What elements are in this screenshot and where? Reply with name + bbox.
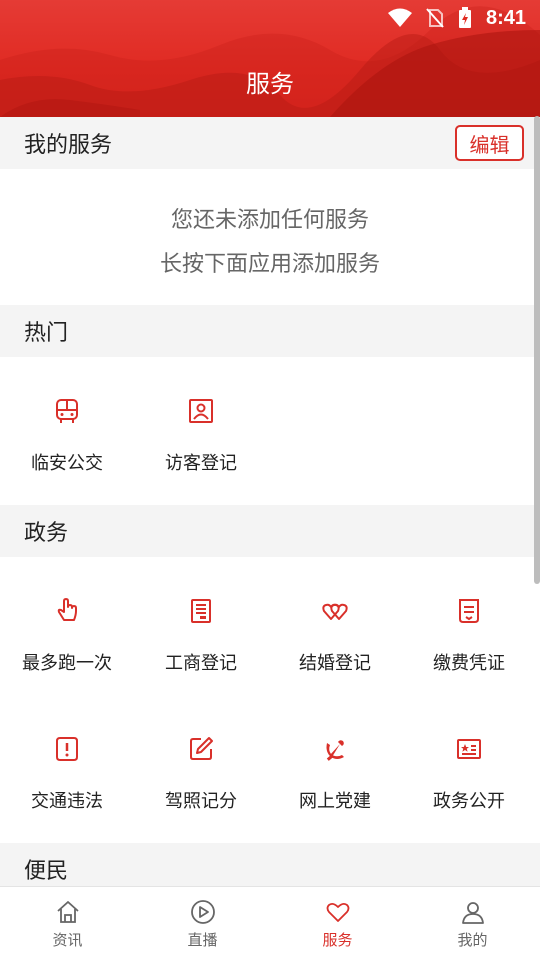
section-header-hot: 热门 (0, 305, 540, 357)
nav-label: 我的 (457, 931, 488, 949)
service-item-marriage-registration[interactable]: 结婚登记 (268, 597, 402, 675)
service-item-license-points[interactable]: 驾照记分 (134, 735, 268, 813)
service-label: 访客登记 (165, 453, 237, 474)
service-item-visitor[interactable]: 访客登记 (134, 397, 268, 475)
hearts-icon (322, 603, 348, 620)
page-title: 服务 (246, 70, 294, 98)
nav-label: 直播 (187, 931, 218, 949)
section-header-my-services: 我的服务 编辑 (0, 117, 540, 169)
service-item-party-building[interactable]: 网上党建 (268, 735, 402, 813)
bus-icon (56, 399, 78, 423)
service-label: 政务公开 (433, 791, 505, 812)
clock: 8:41 (485, 6, 526, 29)
edit-button[interactable]: 编辑 (455, 125, 524, 161)
section-title: 热门 (24, 321, 69, 346)
nav-label: 资讯 (52, 931, 83, 949)
nav-item-live[interactable]: 直播 (135, 887, 270, 960)
visitor-card-icon (189, 399, 213, 423)
service-item-bus[interactable]: 临安公交 (0, 397, 134, 475)
service-label: 网上党建 (299, 791, 371, 812)
service-label: 驾照记分 (165, 791, 237, 812)
receipt-icon (459, 599, 479, 623)
empty-message: 您还未添加任何服务 长按下面应用添加服务 (0, 169, 540, 287)
service-item-payment-receipt[interactable]: 缴费凭证 (402, 597, 536, 675)
hot-panel: 临安公交 访客登记 (0, 357, 540, 505)
nav-label: 服务 (322, 931, 353, 949)
gov-panel: 最多跑一次 工商登记 结婚登记 缴费凭证 交通违法 驾照记分 网上党建 政务公开 (0, 557, 540, 843)
my-services-panel: 您还未添加任何服务 长按下面应用添加服务 (0, 169, 540, 305)
service-item-traffic-violation[interactable]: 交通违法 (0, 735, 134, 813)
nav-item-mine[interactable]: 我的 (405, 887, 540, 960)
warning-doc-icon (56, 737, 78, 761)
document-icon (191, 599, 211, 623)
status-bar: 8:41 (387, 0, 540, 36)
service-label: 缴费凭证 (433, 653, 505, 674)
wifi-icon (387, 8, 412, 27)
no-sim-icon (426, 8, 444, 28)
party-emblem-icon (326, 740, 344, 761)
nav-item-news[interactable]: 资讯 (0, 887, 135, 960)
battery-charging-icon (458, 7, 471, 28)
service-label: 临安公交 (31, 453, 103, 474)
home-icon (56, 901, 79, 923)
section-header-gov: 政务 (0, 505, 540, 557)
service-item-business-registration[interactable]: 工商登记 (134, 597, 268, 675)
section-title: 便民 (24, 859, 69, 884)
header: 8:41 服务 (0, 0, 540, 117)
user-icon (461, 902, 484, 924)
tap-hand-icon (57, 598, 77, 621)
edit-icon (190, 737, 213, 760)
service-label: 最多跑一次 (22, 653, 112, 674)
empty-message-line1: 您还未添加任何服务 (170, 208, 369, 233)
service-label: 交通违法 (31, 791, 103, 812)
service-label: 工商登记 (165, 653, 237, 674)
scrollbar[interactable] (534, 116, 540, 584)
service-label: 结婚登记 (299, 653, 371, 674)
heart-icon (326, 902, 349, 922)
service-item-most-once[interactable]: 最多跑一次 (0, 597, 134, 675)
empty-message-line2: 长按下面应用添加服务 (159, 252, 380, 277)
section-title: 我的服务 (24, 133, 113, 158)
section-title: 政务 (24, 521, 69, 546)
nav-item-services[interactable]: 服务 (270, 887, 405, 960)
play-icon (190, 900, 215, 924)
star-board-icon (457, 739, 481, 759)
bottom-nav: 资讯 直播 服务 我的 (0, 886, 540, 960)
service-item-gov-affairs-open[interactable]: 政务公开 (402, 735, 536, 813)
